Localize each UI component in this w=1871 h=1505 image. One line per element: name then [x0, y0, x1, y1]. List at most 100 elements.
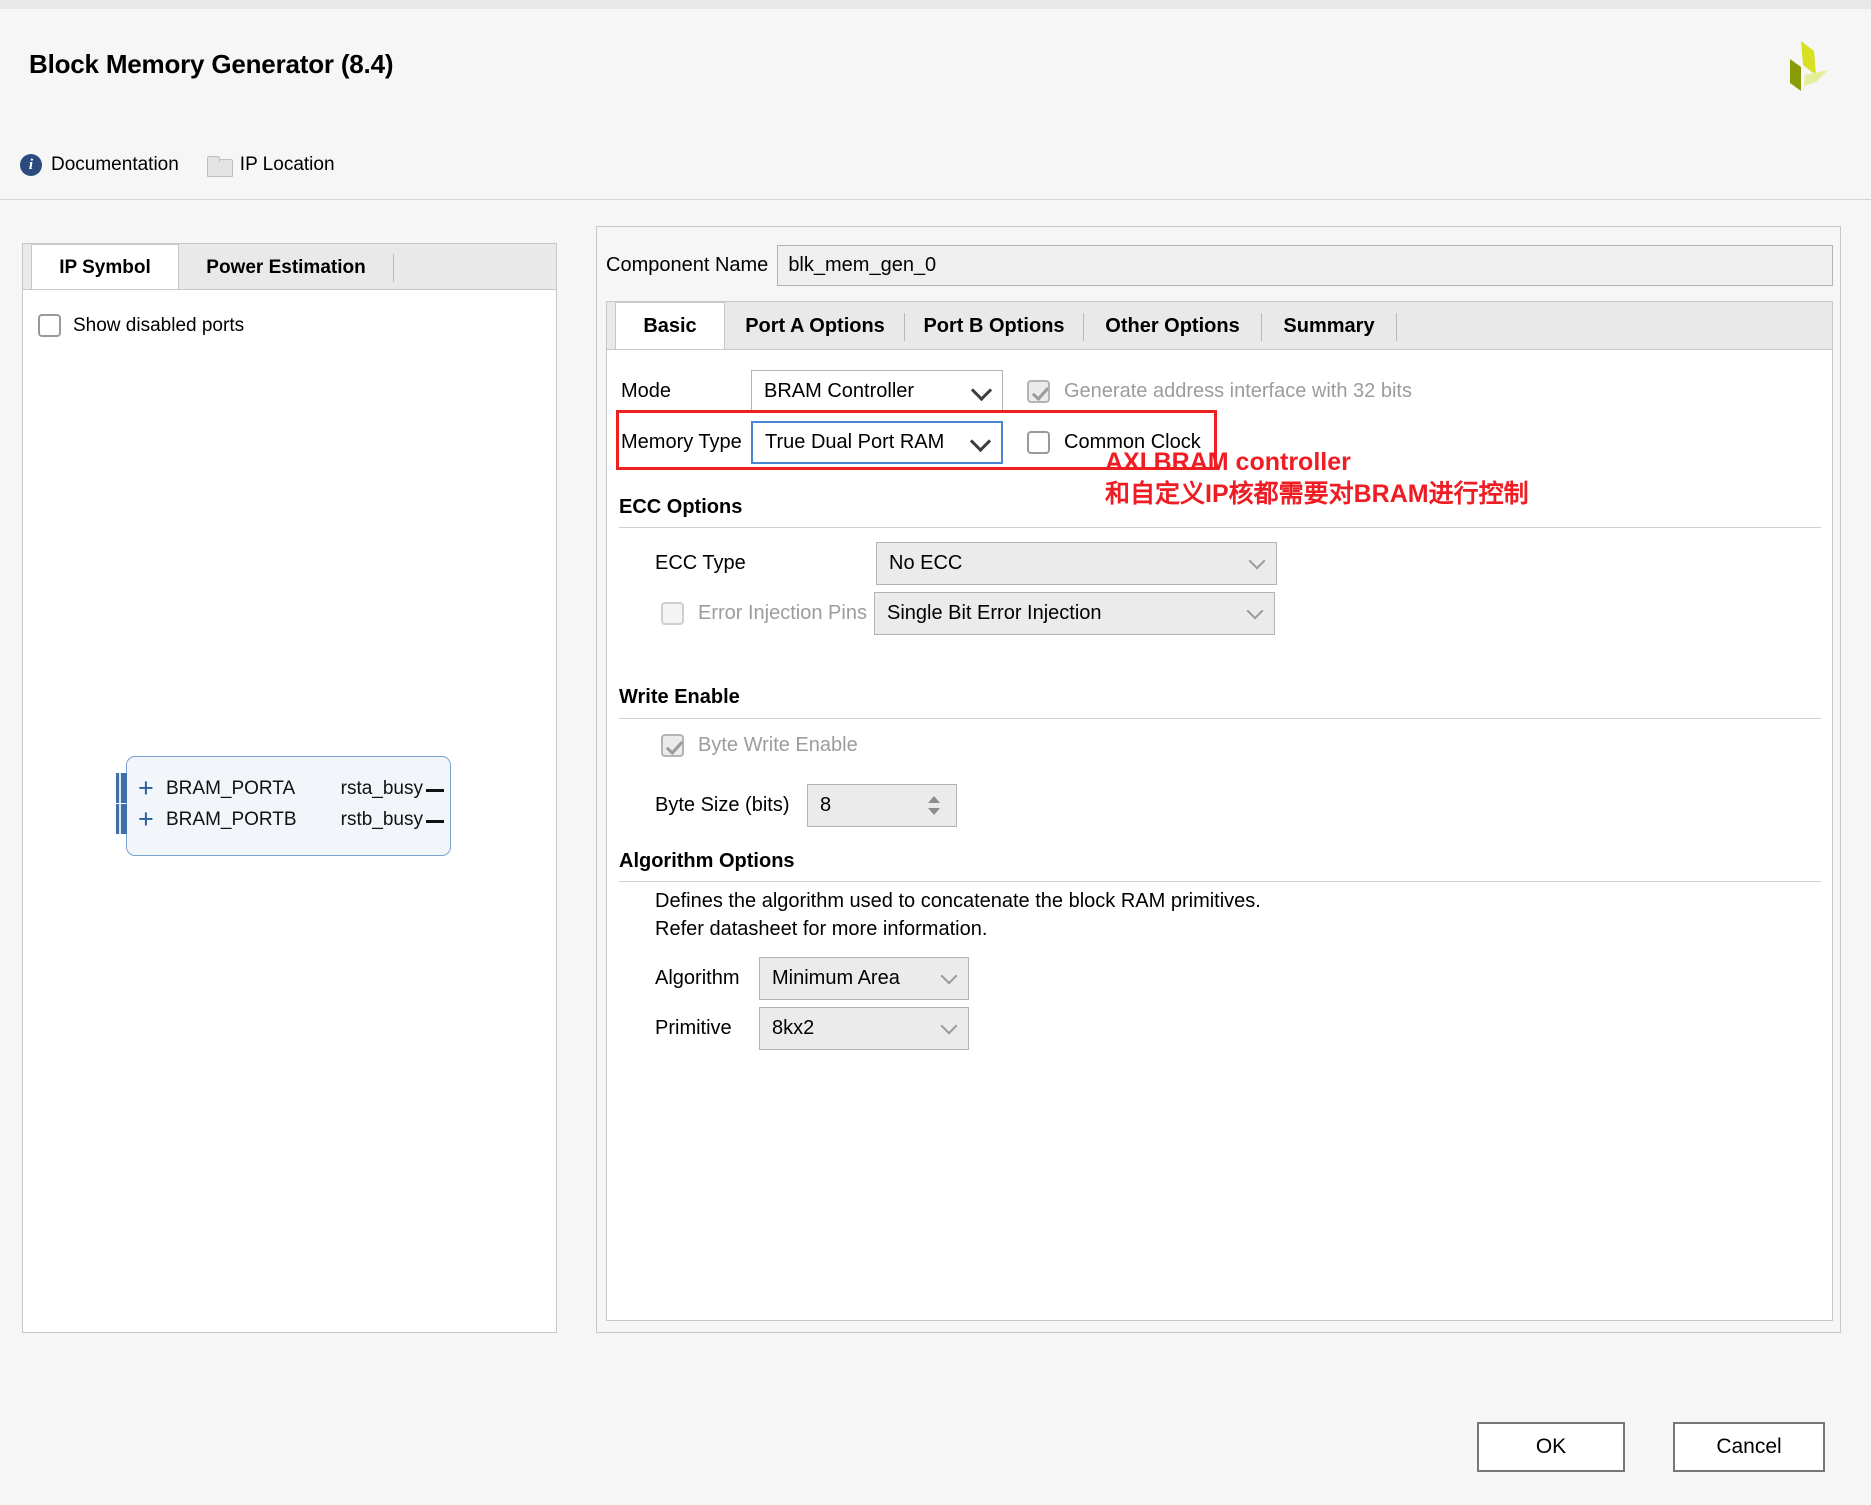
primitive-select[interactable]: 8kx2 [759, 1007, 969, 1050]
ecc-type-select-value: No ECC [889, 552, 963, 574]
header-links: i Documentation IP Location [20, 154, 335, 177]
tab-port-b-options[interactable]: Port B Options [905, 303, 1083, 349]
mode-row: Mode BRAM Controller Generate address in… [621, 370, 1412, 413]
ip-symbol-canvas: Show disabled ports + + BRAM_PORTA BRAM_… [22, 289, 557, 1333]
documentation-link[interactable]: i Documentation [20, 154, 179, 176]
chevron-down-icon [969, 430, 992, 452]
folder-icon [206, 155, 233, 177]
tab-ip-symbol-label: IP Symbol [59, 256, 151, 278]
memory-type-select-value: True Dual Port RAM [765, 431, 945, 453]
annotation-line-2: 和自定义IP核都需要对BRAM进行控制 [1105, 480, 1529, 508]
ok-button[interactable]: OK [1477, 1422, 1625, 1472]
xilinx-logo [1790, 41, 1828, 91]
dialog-body: IP Symbol Power Estimation Show disabled… [0, 200, 1871, 1380]
tab-separator [393, 254, 394, 282]
documentation-label: Documentation [51, 154, 179, 175]
tab-other-options-label: Other Options [1105, 314, 1240, 337]
bus-connector-icon-a [116, 773, 127, 803]
byte-write-enable-row: Byte Write Enable [661, 734, 858, 757]
common-clock-checkbox[interactable] [1027, 431, 1050, 454]
memory-type-select[interactable]: True Dual Port RAM [751, 421, 1003, 464]
tab-separator-4 [1396, 313, 1397, 341]
ok-button-label: OK [1535, 1435, 1567, 1458]
configuration-tabstrip: Basic Port A Options Port B Options Othe… [606, 301, 1833, 350]
stepper-down-icon[interactable] [928, 808, 940, 815]
byte-size-label: Byte Size (bits) [655, 794, 790, 816]
tab-power-estimation[interactable]: Power Estimation [180, 245, 392, 290]
expand-icon-porta[interactable]: + [138, 775, 154, 802]
tab-port-a-options-label: Port A Options [745, 314, 885, 337]
byte-size-row: Byte Size (bits) 8 [655, 784, 957, 827]
chevron-down-icon [1248, 552, 1266, 569]
bram-symbol-box [126, 756, 451, 856]
mode-select[interactable]: BRAM Controller [751, 370, 1003, 413]
component-name-input[interactable] [777, 244, 1833, 286]
algorithm-select[interactable]: Minimum Area [759, 957, 969, 1000]
error-injection-type-value: Single Bit Error Injection [887, 602, 1102, 624]
cancel-button[interactable]: Cancel [1673, 1422, 1825, 1472]
ecc-type-label: ECC Type [655, 552, 746, 574]
error-injection-pins-label: Error Injection Pins [698, 602, 867, 624]
dialog-footer: OK Cancel [0, 1380, 1871, 1505]
dialog-header: Block Memory Generator (8.4) i Documenta… [0, 9, 1871, 200]
show-disabled-ports-checkbox[interactable] [38, 314, 61, 337]
tab-power-estimation-label: Power Estimation [206, 256, 366, 278]
tab-summary[interactable]: Summary [1262, 303, 1396, 349]
byte-size-value: 8 [820, 794, 832, 816]
bram-symbol: + + BRAM_PORTA BRAM_PORTB rsta_busy rstb… [68, 748, 468, 863]
ecc-options-title: ECC Options [619, 496, 743, 518]
component-name-label: Component Name [606, 253, 769, 276]
primitive-label: Primitive [655, 1017, 732, 1039]
expand-icon-portb[interactable]: + [138, 806, 154, 833]
ecc-type-row: ECC Type No ECC [655, 542, 1277, 585]
annotation-line-1: AXI BRAM controller [1105, 448, 1351, 476]
show-disabled-ports-label: Show disabled ports [73, 314, 245, 336]
chevron-down-icon [940, 967, 958, 984]
algorithm-select-value: Minimum Area [772, 967, 900, 989]
mode-label: Mode [621, 380, 672, 402]
algorithm-options-title: Algorithm Options [619, 850, 795, 872]
page-title: Block Memory Generator (8.4) [29, 49, 394, 79]
ip-location-link[interactable]: IP Location [206, 154, 335, 177]
algorithm-description-line-1: Defines the algorithm used to concatenat… [655, 890, 1261, 912]
port-label-rsta-busy: rsta_busy [340, 778, 423, 799]
info-icon: i [20, 154, 42, 176]
show-disabled-ports-row[interactable]: Show disabled ports [38, 314, 244, 337]
component-name-row: Component Name [606, 244, 1833, 286]
tab-other-options[interactable]: Other Options [1084, 303, 1261, 349]
ip-symbol-panel: IP Symbol Power Estimation Show disabled… [22, 243, 557, 1333]
pin-stub-rsta [426, 789, 444, 792]
stepper-up-icon[interactable] [928, 796, 940, 803]
port-label-rstb-busy: rstb_busy [340, 809, 423, 830]
configuration-panel: Component Name Basic Port A Options Port… [596, 226, 1841, 1333]
byte-write-enable-checkbox [661, 734, 684, 757]
mode-select-value: BRAM Controller [764, 380, 915, 402]
chevron-down-icon [970, 379, 993, 401]
algorithm-options-rule [619, 881, 1821, 882]
left-tabstrip: IP Symbol Power Estimation [22, 243, 557, 290]
window-top-strip [0, 0, 1871, 9]
tab-port-a-options[interactable]: Port A Options [726, 303, 904, 349]
error-injection-pins-row: Error Injection Pins Single Bit Error In… [655, 592, 1275, 635]
ecc-type-select[interactable]: No ECC [876, 542, 1277, 585]
port-label-bram-portb: BRAM_PORTB [166, 809, 297, 830]
algorithm-row: Algorithm Minimum Area [655, 957, 969, 1000]
chevron-down-icon [1246, 602, 1264, 619]
error-injection-type-select[interactable]: Single Bit Error Injection [874, 592, 1275, 635]
generate-address-interface-label: Generate address interface with 32 bits [1064, 380, 1412, 402]
write-enable-title: Write Enable [619, 686, 740, 708]
tab-ip-symbol[interactable]: IP Symbol [31, 244, 179, 290]
tab-summary-label: Summary [1283, 314, 1375, 337]
tab-basic[interactable]: Basic [615, 302, 725, 350]
port-label-bram-porta: BRAM_PORTA [166, 778, 296, 799]
byte-size-stepper[interactable]: 8 [807, 784, 957, 827]
chevron-down-icon [940, 1017, 958, 1034]
error-injection-pins-checkbox [661, 602, 684, 625]
algorithm-description-line-2: Refer datasheet for more information. [655, 918, 988, 940]
pin-stub-rstb [426, 820, 444, 823]
cancel-button-label: Cancel [1716, 1435, 1782, 1458]
generate-address-interface-checkbox [1027, 380, 1050, 403]
byte-write-enable-label: Byte Write Enable [698, 734, 858, 756]
basic-tab-content: Mode BRAM Controller Generate address in… [606, 349, 1833, 1321]
ecc-options-rule [619, 527, 1821, 528]
